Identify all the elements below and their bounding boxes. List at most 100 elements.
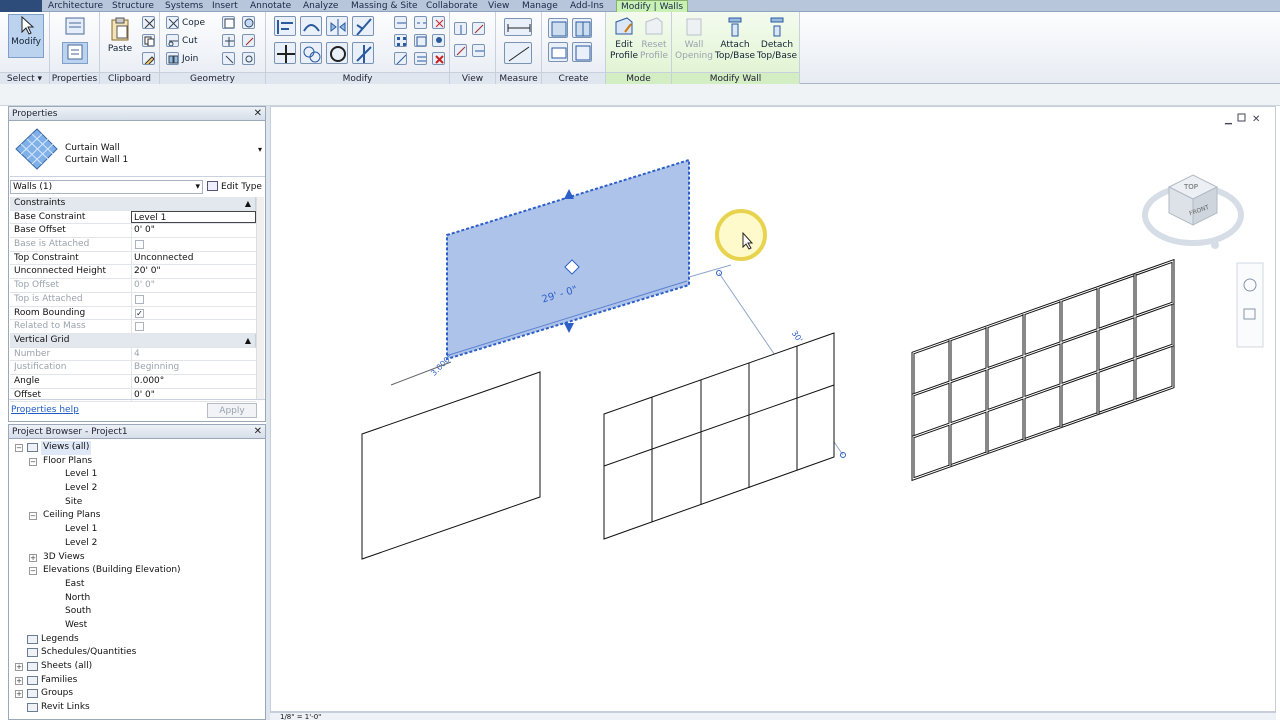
tab-systems[interactable]: Systems [165, 0, 203, 12]
aligned-dimension-icon[interactable] [504, 42, 532, 64]
view-scrollbar[interactable] [1262, 110, 1276, 712]
browser-node[interactable]: Level 1 [9, 468, 265, 482]
browser-node[interactable]: Schedules/Quantities [9, 646, 265, 660]
property-row-room-bounding[interactable]: Room Bounding ✓ [10, 306, 256, 321]
tab-manage[interactable]: Manage [522, 0, 558, 12]
demolish-icon[interactable] [242, 34, 255, 47]
split-icon[interactable] [394, 16, 407, 29]
properties-scrollbar[interactable] [256, 197, 264, 399]
trim-multiple-icon[interactable] [414, 52, 427, 65]
browser-node[interactable]: +3D Views [9, 551, 265, 565]
apply-button[interactable]: Apply [207, 403, 257, 418]
select-dropdown[interactable]: Select ▾ [0, 72, 49, 84]
tab-annotate[interactable]: Annotate [250, 0, 291, 12]
array-icon[interactable] [394, 34, 407, 47]
property-row-top-offset[interactable]: Top Offset 0' 0" [10, 279, 256, 293]
join-button[interactable]: Join [182, 54, 198, 64]
trim-extend-icon[interactable] [352, 42, 374, 64]
split-face-icon[interactable] [222, 16, 235, 29]
viewcube-home-icon[interactable] [1211, 241, 1219, 249]
property-value[interactable]: ✓ [131, 306, 256, 320]
match-properties-icon[interactable] [142, 52, 155, 65]
property-value[interactable]: 0.000° [131, 374, 256, 388]
paint-icon[interactable] [242, 16, 255, 29]
minimize-view-icon[interactable]: ▁ [1224, 115, 1233, 125]
wall-joins-icon[interactable] [222, 34, 235, 47]
viewcube-top-label[interactable]: TOP [1183, 183, 1198, 191]
wall-opening-button[interactable]: Wall Opening [674, 16, 714, 62]
plain-wall[interactable] [361, 371, 541, 560]
property-group-vertical-grid[interactable]: Vertical Grid ▲ [10, 333, 256, 348]
browser-node[interactable]: − Floor Plans [9, 455, 265, 469]
property-checkbox[interactable]: ✓ [135, 308, 144, 318]
3d-view-canvas[interactable]: ▁ ✕ 29' - 0" 3.000" 30' - 1 15/256" [270, 106, 1276, 712]
browser-node[interactable]: + Sheets (all) [9, 660, 265, 674]
expand-icon[interactable]: + [15, 663, 23, 671]
browser-node[interactable]: Level 2 [9, 482, 265, 496]
viewcube[interactable]: TOP FRONT [1142, 174, 1244, 249]
collapse-icon[interactable]: − [29, 457, 37, 466]
create-group-icon[interactable] [548, 42, 568, 62]
copy-element-icon[interactable] [300, 42, 322, 64]
browser-node[interactable]: − Elevations (Building Elevation) [9, 564, 265, 578]
browser-node[interactable]: West [9, 619, 265, 633]
properties-close-icon[interactable]: ✕ [254, 108, 262, 119]
properties-help-link[interactable]: Properties help [11, 405, 79, 415]
3d-view-drawing[interactable]: ▁ ✕ 29' - 0" 3.000" 30' - 1 15/256" [271, 107, 1277, 713]
join-icon[interactable] [166, 52, 179, 65]
type-properties-button[interactable] [60, 16, 90, 38]
browser-node[interactable]: Revit Links [9, 701, 265, 715]
property-row-number[interactable]: Number 4 [10, 347, 256, 362]
offset-icon[interactable] [300, 16, 322, 36]
attach-top-base-button[interactable]: Attach Top/Base [714, 16, 756, 62]
property-row-unconnected-height[interactable]: Unconnected Height 20' 0" [10, 265, 256, 280]
property-value[interactable]: Level 1 [131, 210, 256, 224]
browser-node[interactable]: + Families [9, 674, 265, 688]
close-view-icon[interactable]: ✕ [1252, 114, 1260, 125]
property-value[interactable]: 20' 0" [131, 265, 256, 279]
tab-insert[interactable]: Insert [212, 0, 238, 12]
project-browser-close-icon[interactable]: ✕ [254, 426, 262, 437]
browser-node[interactable]: South [9, 605, 265, 619]
tab-analyze[interactable]: Analyze [303, 0, 338, 12]
tab-add-ins[interactable]: Add-Ins [570, 0, 604, 12]
pin-icon[interactable] [432, 34, 445, 47]
selected-curtain-wall[interactable] [446, 158, 690, 361]
create-similar-icon[interactable] [572, 42, 592, 62]
linework-icon[interactable] [472, 22, 485, 35]
property-value[interactable]: 0' 0" [131, 224, 256, 238]
modify-button[interactable]: Modify [8, 14, 44, 58]
browser-node[interactable]: Level 2 [9, 537, 265, 551]
property-row-justification[interactable]: Justification Beginning [10, 361, 256, 375]
flip-arrow-top-icon[interactable] [564, 189, 574, 199]
cut-geometry-button[interactable]: Cut [182, 36, 198, 46]
override-graphics-icon[interactable] [454, 22, 467, 35]
expand-icon[interactable]: + [29, 553, 37, 562]
create-parts-icon[interactable] [572, 18, 592, 38]
measure-between-icon[interactable] [504, 18, 532, 36]
expand-icon[interactable]: + [15, 676, 23, 685]
paint-view-icon[interactable] [472, 44, 485, 57]
paste-button[interactable]: Paste [104, 16, 136, 55]
cope-button[interactable]: Cope [182, 18, 205, 28]
hide-element-icon[interactable] [454, 44, 467, 57]
cope-icon[interactable] [166, 16, 179, 29]
collapse-icon[interactable]: − [29, 512, 37, 521]
property-row-base-offset[interactable]: Base Offset 0' 0" [10, 224, 256, 239]
browser-node[interactable]: + Groups [9, 687, 265, 701]
delete-icon[interactable] [432, 52, 445, 65]
browser-node[interactable]: East [9, 578, 265, 592]
collapse-group-icon[interactable]: ▲ [245, 334, 251, 347]
flip-arrow-bottom-icon[interactable] [564, 323, 574, 333]
tab-collaborate[interactable]: Collaborate [426, 0, 478, 12]
tab-architecture[interactable]: Architecture [48, 0, 103, 12]
copy-icon[interactable] [142, 34, 155, 47]
curtain-wall-with-mullions[interactable] [911, 258, 1175, 482]
mirror-pick-axis-icon[interactable] [326, 16, 348, 36]
edit-profile-button[interactable]: Edit Profile [608, 16, 640, 62]
detach-top-base-button[interactable]: Detach Top/Base [756, 16, 798, 62]
split-gap-icon[interactable] [414, 16, 427, 29]
property-group-constraints[interactable]: Constraints ▲ [10, 197, 256, 211]
restore-view-icon[interactable] [1237, 113, 1246, 122]
property-row-angle[interactable]: Angle 0.000° [10, 374, 256, 389]
